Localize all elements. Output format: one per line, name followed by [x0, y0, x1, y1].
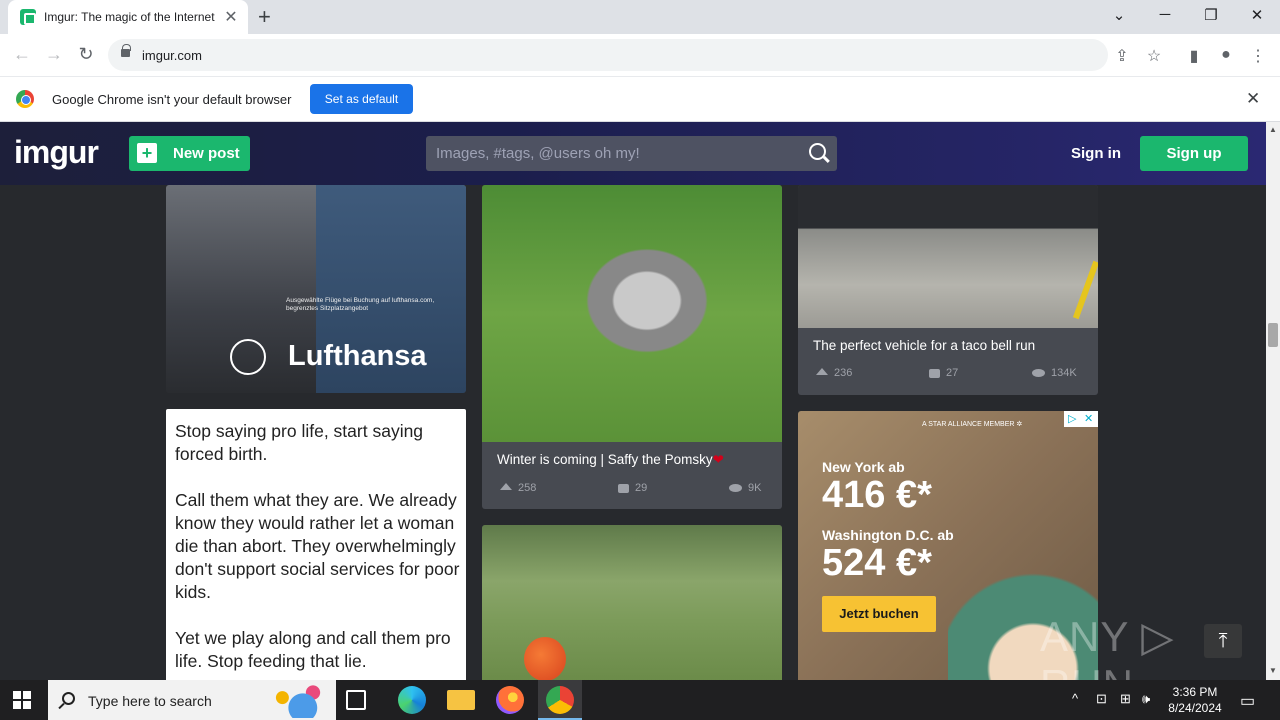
- upvote-count[interactable]: 236: [816, 367, 852, 379]
- upvote-icon: [500, 483, 512, 490]
- eye-icon: [729, 484, 742, 493]
- comment-count: 29: [618, 482, 647, 494]
- reload-button[interactable]: ↻: [74, 44, 98, 65]
- view-count: 9K: [729, 482, 761, 494]
- view-count: 134K: [1032, 367, 1077, 379]
- set-as-default-button[interactable]: Set as default: [310, 84, 413, 114]
- upvote-icon: [816, 368, 828, 375]
- new-post-button[interactable]: + New post: [129, 136, 250, 171]
- speaker-icon[interactable]: 🕪: [1142, 691, 1150, 707]
- scroll-up-arrow-icon[interactable]: ▲: [1266, 125, 1280, 134]
- clock-time: 3:36 PM: [1172, 685, 1218, 699]
- lufthansa-crane-icon: [230, 339, 266, 375]
- url-text[interactable]: imgur.com: [142, 48, 202, 63]
- search-highlight-image: [262, 684, 330, 718]
- star-alliance-label: A STAR ALLIANCE MEMBER ✲: [922, 421, 1023, 428]
- adchoices-icon[interactable]: ▷: [1068, 412, 1076, 425]
- windows-start-icon[interactable]: [13, 691, 31, 709]
- dog-ball-post-card[interactable]: [482, 525, 782, 685]
- comment-count: 27: [929, 367, 958, 379]
- eye-icon: [1032, 369, 1045, 378]
- chrome-logo-icon: [16, 90, 34, 108]
- scrollbar-thumb[interactable]: [1268, 323, 1278, 347]
- window-close-button[interactable]: ✕: [1242, 6, 1272, 24]
- bookmark-star-icon[interactable]: ☆: [1143, 46, 1165, 66]
- browser-tab[interactable]: Imgur: The magic of the Internet ✕: [8, 0, 248, 34]
- file-explorer-icon[interactable]: [447, 690, 475, 710]
- new-post-label: New post: [173, 145, 240, 162]
- infobar-close-icon[interactable]: ✕: [1246, 89, 1260, 109]
- upvote-count[interactable]: 258: [500, 482, 536, 494]
- ad-price: 416 €*: [822, 474, 932, 516]
- ad-fine-print: Ausgewählte Flüge bei Buchung auf luftha…: [286, 297, 435, 312]
- page-scrollbar[interactable]: [1266, 122, 1280, 680]
- comment-icon: [618, 483, 629, 493]
- infobar-message: Google Chrome isn't your default browser: [52, 92, 292, 107]
- clock-date: 8/24/2024: [1168, 701, 1222, 715]
- back-button[interactable]: ←: [10, 44, 34, 65]
- text-post-paragraph: Stop saying pro life, start saying force…: [175, 421, 424, 464]
- notifications-icon[interactable]: ▭: [1240, 691, 1255, 711]
- plus-icon: +: [137, 143, 157, 163]
- scroll-down-arrow-icon[interactable]: ▼: [1266, 666, 1280, 675]
- imgur-favicon-icon: [20, 9, 36, 25]
- side-panel-icon[interactable]: ▮: [1183, 46, 1205, 66]
- post-image[interactable]: [482, 185, 782, 442]
- tab-close-icon[interactable]: ✕: [222, 7, 240, 27]
- post-caption[interactable]: The perfect vehicle for a taco bell run: [813, 338, 1035, 353]
- lufthansa-ad[interactable]: Ausgewählte Flüge bei Buchung auf luftha…: [166, 185, 466, 393]
- ad-close-icon[interactable]: ✕: [1084, 412, 1093, 425]
- ad-brand: Lufthansa: [288, 340, 427, 372]
- minimize-button[interactable]: ─: [1150, 6, 1180, 23]
- ad-destination: Washington D.C. ab: [822, 527, 954, 543]
- search-icon: [62, 692, 75, 705]
- heart-icon: ❤: [712, 452, 724, 467]
- search-icon[interactable]: [809, 143, 826, 160]
- ad-destination: New York ab: [822, 459, 905, 475]
- lock-icon[interactable]: [121, 44, 131, 57]
- taskbar-search-box[interactable]: Type here to search: [48, 680, 336, 720]
- taskbar-search-placeholder[interactable]: Type here to search: [88, 693, 212, 709]
- text-post-card[interactable]: Stop saying pro life, start saying force…: [166, 409, 466, 699]
- restore-button[interactable]: ❐: [1196, 6, 1226, 24]
- network-icon[interactable]: ⊞: [1120, 691, 1131, 707]
- new-tab-button[interactable]: +: [258, 4, 271, 30]
- text-post-paragraph: Call them what they are. We already know…: [175, 490, 460, 602]
- search-input[interactable]: [436, 143, 806, 163]
- tray-device-icon[interactable]: ⊡: [1096, 691, 1107, 707]
- address-bar[interactable]: imgur.com: [108, 39, 1108, 71]
- sign-up-button[interactable]: Sign up: [1140, 136, 1248, 171]
- profile-avatar-icon[interactable]: ●: [1215, 46, 1237, 64]
- tab-title: Imgur: The magic of the Internet: [44, 10, 215, 24]
- taco-vehicle-post-card[interactable]: The perfect vehicle for a taco bell run …: [798, 185, 1098, 395]
- firefox-icon[interactable]: [496, 686, 524, 714]
- chrome-menu-icon[interactable]: ⋮: [1247, 46, 1269, 66]
- task-view-icon[interactable]: [346, 690, 366, 710]
- share-icon[interactable]: ⇪: [1111, 46, 1133, 66]
- post-caption[interactable]: Winter is coming | Saffy the Pomsky❤: [497, 452, 724, 468]
- back-to-top-button[interactable]: ⤒: [1204, 624, 1242, 658]
- forward-button[interactable]: →: [42, 44, 66, 65]
- edge-icon[interactable]: [398, 686, 426, 714]
- comment-icon: [929, 368, 940, 378]
- ad-price: 524 €*: [822, 542, 932, 584]
- book-now-button[interactable]: Jetzt buchen: [822, 596, 936, 632]
- pomsky-post-card[interactable]: Winter is coming | Saffy the Pomsky❤ 258…: [482, 185, 782, 509]
- tray-chevron-icon[interactable]: ^: [1072, 691, 1078, 706]
- imgur-search-box[interactable]: [426, 136, 837, 171]
- taskbar-clock[interactable]: 3:36 PM 8/24/2024: [1160, 684, 1230, 716]
- imgur-logo[interactable]: imgur: [14, 134, 99, 171]
- tab-search-dropdown-icon[interactable]: ⌄: [1104, 6, 1134, 24]
- ball-image: [524, 637, 566, 681]
- sign-in-link[interactable]: Sign in: [1071, 145, 1121, 162]
- text-post-paragraph: Yet we play along and call them pro life…: [175, 628, 451, 671]
- post-image[interactable]: [798, 185, 1098, 328]
- ad-choices-badge[interactable]: ▷ ✕: [1064, 411, 1098, 427]
- chrome-icon[interactable]: [546, 686, 574, 714]
